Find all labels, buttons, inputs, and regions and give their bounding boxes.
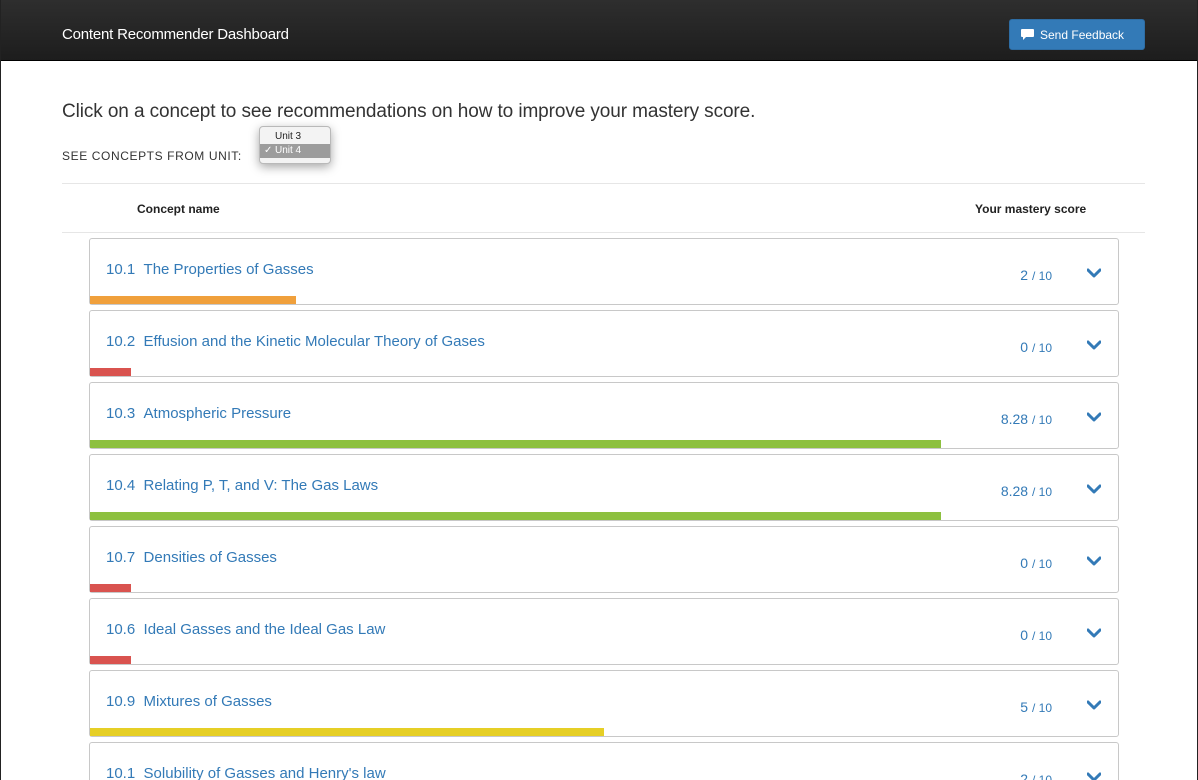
- chevron-down-icon[interactable]: [1087, 484, 1101, 495]
- concept-row[interactable]: 10.7 Densities of Gasses 0 / 10: [89, 526, 1119, 593]
- concept-number: 10.7: [106, 549, 136, 566]
- unit-select-dropdown[interactable]: Unit 3 ✓ Unit 4: [259, 126, 331, 164]
- mastery-score-max: / 10: [1031, 557, 1052, 571]
- instructions-text: Click on a concept to see recommendation…: [62, 101, 756, 122]
- mastery-score-value: 8.28: [1000, 483, 1029, 499]
- concept-title: Relating P, T, and V: The Gas Laws: [143, 477, 379, 494]
- mastery-score-value: 5: [1020, 699, 1029, 715]
- concept-number: 10.3: [106, 405, 136, 422]
- mastery-score-max: / 10: [1031, 701, 1052, 715]
- divider: [62, 183, 1145, 184]
- mastery-score-value: 2: [1020, 267, 1029, 283]
- send-feedback-button[interactable]: Send Feedback: [1009, 19, 1145, 50]
- mastery-progress-bar: [90, 584, 132, 592]
- concept-name-link[interactable]: 10.6 Ideal Gasses and the Ideal Gas Law: [106, 621, 385, 638]
- chevron-down-icon[interactable]: [1087, 556, 1101, 567]
- mastery-score: 0 / 10: [1020, 339, 1052, 355]
- chevron-down-icon[interactable]: [1087, 628, 1101, 639]
- concept-title: The Properties of Gasses: [143, 261, 314, 278]
- unit-option-4[interactable]: ✓ Unit 4: [260, 144, 330, 158]
- app-title: Content Recommender Dashboard: [62, 26, 289, 43]
- mastery-score: 0 / 10: [1020, 627, 1052, 643]
- speech-bubble-icon: [1021, 29, 1034, 40]
- mastery-score-value: 8.28: [1000, 411, 1029, 427]
- app-window: Content Recommender Dashboard Send Feedb…: [0, 0, 1198, 780]
- chevron-down-icon[interactable]: [1087, 700, 1101, 711]
- concept-name-link[interactable]: 10.3 Atmospheric Pressure: [106, 405, 291, 422]
- unit-selector-label: SEE CONCEPTS FROM UNIT:: [62, 149, 242, 163]
- mastery-score-max: / 10: [1031, 485, 1052, 499]
- concept-name-link[interactable]: 10.2 Effusion and the Kinetic Molecular …: [106, 333, 485, 350]
- unit-option-4-label: Unit 4: [275, 145, 302, 156]
- mastery-progress-bar: [90, 512, 942, 520]
- concept-title: Solubility of Gasses and Henry's law: [143, 765, 386, 780]
- concept-row[interactable]: 10.1 The Properties of Gasses 2 / 10: [89, 238, 1119, 305]
- mastery-score: 8.28 / 10: [1001, 411, 1052, 427]
- mastery-score-max: / 10: [1031, 413, 1052, 427]
- chevron-down-icon[interactable]: [1087, 772, 1101, 780]
- mastery-score-max: / 10: [1031, 629, 1052, 643]
- mastery-progress-bar: [90, 440, 942, 448]
- mastery-progress-bar: [90, 296, 296, 304]
- concept-number: 10.9: [106, 693, 136, 710]
- concept-name-link[interactable]: 10.7 Densities of Gasses: [106, 549, 277, 566]
- concept-number: 10.6: [106, 621, 136, 638]
- mastery-score-value: 2: [1020, 771, 1029, 780]
- mastery-score-value: 0: [1020, 339, 1029, 355]
- concept-title: Mixtures of Gasses: [143, 693, 272, 710]
- concept-row[interactable]: 10.6 Ideal Gasses and the Ideal Gas Law 0…: [89, 598, 1119, 665]
- mastery-score: 0 / 10: [1020, 555, 1052, 571]
- concept-name-link[interactable]: 10.1 Solubility of Gasses and Henry's la…: [106, 765, 386, 780]
- concept-number: 10.4: [106, 477, 136, 494]
- mastery-score: 2 / 10: [1020, 771, 1052, 780]
- concept-row[interactable]: 10.3 Atmospheric Pressure 8.28 / 10: [89, 382, 1119, 449]
- concept-title: Atmospheric Pressure: [143, 405, 292, 422]
- mastery-progress-bar: [90, 728, 604, 736]
- divider: [62, 232, 1145, 233]
- mastery-score-value: 0: [1020, 555, 1029, 571]
- column-header-concept: Concept name: [137, 202, 220, 216]
- concept-title: Effusion and the Kinetic Molecular Theor…: [143, 333, 485, 350]
- mastery-score: 8.28 / 10: [1001, 483, 1052, 499]
- chevron-down-icon[interactable]: [1087, 268, 1101, 279]
- top-navbar: Content Recommender Dashboard Send Feedb…: [1, 0, 1197, 61]
- concept-name-link[interactable]: 10.4 Relating P, T, and V: The Gas Laws: [106, 477, 378, 494]
- checkmark-icon: ✓: [264, 145, 273, 156]
- mastery-score-value: 0: [1020, 627, 1029, 643]
- chevron-down-icon[interactable]: [1087, 412, 1101, 423]
- concept-number: 10.1: [106, 261, 136, 278]
- chevron-down-icon[interactable]: [1087, 340, 1101, 351]
- concept-row[interactable]: 10.4 Relating P, T, and V: The Gas Laws 8…: [89, 454, 1119, 521]
- mastery-score-max: / 10: [1031, 341, 1052, 355]
- concept-list: 10.1 The Properties of Gasses 2 / 10 10.2 …: [89, 238, 1119, 780]
- concept-row[interactable]: 10.1 Solubility of Gasses and Henry's la…: [89, 742, 1119, 780]
- mastery-progress-bar: [90, 656, 132, 664]
- concept-title: Densities of Gasses: [143, 549, 277, 566]
- mastery-score-max: / 10: [1031, 269, 1052, 283]
- mastery-score-max: / 10: [1031, 773, 1052, 780]
- concept-name-link[interactable]: 10.1 The Properties of Gasses: [106, 261, 314, 278]
- mastery-progress-bar: [90, 368, 132, 376]
- mastery-score: 5 / 10: [1020, 699, 1052, 715]
- concept-title: Ideal Gasses and the Ideal Gas Law: [143, 621, 386, 638]
- concept-row[interactable]: 10.9 Mixtures of Gasses 5 / 10: [89, 670, 1119, 737]
- send-feedback-label: Send Feedback: [1040, 27, 1125, 42]
- concept-row[interactable]: 10.2 Effusion and the Kinetic Molecular …: [89, 310, 1119, 377]
- concept-name-link[interactable]: 10.9 Mixtures of Gasses: [106, 693, 272, 710]
- column-header-score: Your mastery score: [975, 202, 1087, 216]
- concept-number: 10.2: [106, 333, 136, 350]
- mastery-score: 2 / 10: [1020, 267, 1052, 283]
- unit-option-3[interactable]: Unit 3: [260, 130, 330, 144]
- concept-number: 10.1: [106, 765, 136, 780]
